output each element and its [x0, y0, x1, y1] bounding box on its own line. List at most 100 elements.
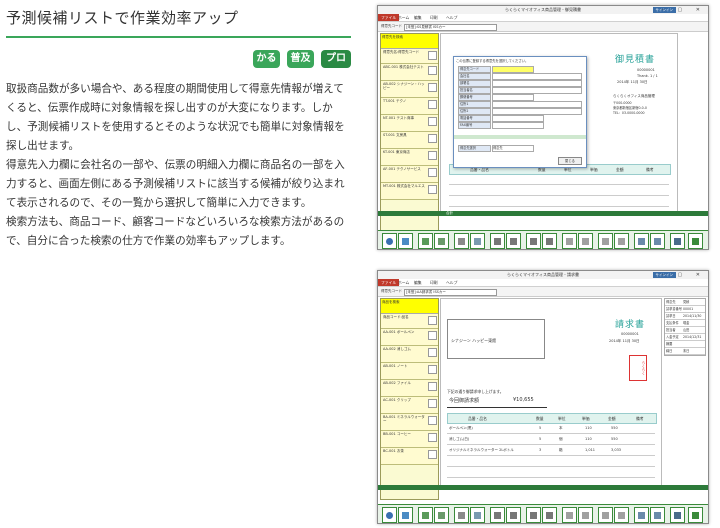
select-arrow-icon[interactable]: [428, 168, 437, 177]
select-arrow-icon[interactable]: [428, 348, 437, 357]
customer-code-input[interactable]: [未登]:SS見積書 ISSカー: [404, 24, 497, 31]
fax-field[interactable]: [492, 122, 544, 129]
sidebar-item[interactable]: KT-001 東京商店: [381, 149, 438, 166]
table-row[interactable]: ボールペン(黒) 5 本 110 550: [447, 423, 655, 434]
department-field[interactable]: [492, 80, 582, 87]
table-row[interactable]: [447, 467, 655, 478]
select-arrow-icon[interactable]: [428, 100, 437, 109]
menu-edit[interactable]: 編集: [414, 14, 422, 21]
sidebar-item[interactable]: BA-001 ミネラルウォーター: [381, 414, 438, 431]
first-page-button[interactable]: [490, 507, 505, 523]
sidebar-item[interactable]: BB-001 コーヒー: [381, 431, 438, 448]
property-row[interactable]: 入金予定 2014/12/31: [665, 334, 705, 341]
close-button[interactable]: 閉じる: [558, 157, 582, 165]
move-up-button[interactable]: [598, 233, 613, 249]
sidebar-item[interactable]: AB-002 シナジーン・ハッピー: [381, 81, 438, 98]
search-button[interactable]: [470, 507, 485, 523]
prev-page-button[interactable]: [506, 507, 521, 523]
select-arrow-icon[interactable]: [428, 151, 437, 160]
sidebar-item[interactable]: ABC-001 株式会社テスト: [381, 64, 438, 81]
search-select[interactable]: 得意先: [492, 145, 534, 152]
contact-name-field[interactable]: [492, 87, 582, 94]
save-button[interactable]: [418, 507, 433, 523]
menu-help[interactable]: ヘルプ: [446, 14, 457, 21]
exit-button[interactable]: [688, 233, 703, 249]
copy-button[interactable]: [434, 507, 449, 523]
table-row[interactable]: オリジナルミネラルウォーター 2Lボトル 3 箱 1,011 3,033: [447, 445, 655, 456]
property-row[interactable]: 担当者 山田: [665, 327, 705, 334]
sidebar-item[interactable]: NT-001 テスト商事: [381, 115, 438, 132]
menu-print[interactable]: 印刷: [430, 279, 438, 286]
print-button[interactable]: [670, 233, 685, 249]
select-arrow-icon[interactable]: [428, 83, 437, 92]
help-button[interactable]: [382, 507, 397, 523]
table-row[interactable]: 消しゴム(白) 5 個 110 550: [447, 434, 655, 445]
menu-home[interactable]: ホーム: [398, 14, 409, 21]
sidebar-item[interactable]: AA-002 消しゴム: [381, 346, 438, 363]
menu-home[interactable]: ホーム: [398, 279, 409, 286]
menu-print[interactable]: 印刷: [430, 14, 438, 21]
customer-code-field[interactable]: [492, 66, 534, 73]
select-arrow-icon[interactable]: [428, 433, 437, 442]
phone-field[interactable]: [492, 115, 544, 122]
company-name-field[interactable]: [492, 73, 582, 80]
select-arrow-icon[interactable]: [428, 117, 437, 126]
sidebar-item[interactable]: 得意先名:得意先コード: [381, 49, 438, 64]
select-arrow-icon[interactable]: [428, 316, 437, 325]
address1-field[interactable]: [492, 101, 582, 108]
prev-page-button[interactable]: [506, 233, 521, 249]
zip-field[interactable]: [492, 94, 534, 101]
select-arrow-icon[interactable]: [428, 382, 437, 391]
table-row[interactable]: [449, 174, 669, 185]
sidebar-item[interactable]: AC-001 クリップ: [381, 397, 438, 414]
copy-button[interactable]: [434, 233, 449, 249]
first-page-button[interactable]: [490, 233, 505, 249]
next-page-button[interactable]: [526, 233, 541, 249]
menu-file[interactable]: ファイル: [378, 14, 400, 21]
property-row[interactable]: 請求日 2014/11/30: [665, 313, 705, 320]
select-arrow-icon[interactable]: [428, 365, 437, 374]
help-button[interactable]: [382, 233, 397, 249]
next-page-button[interactable]: [526, 507, 541, 523]
new-button[interactable]: [398, 507, 413, 523]
table-row[interactable]: [449, 185, 669, 196]
select-arrow-icon[interactable]: [428, 134, 437, 143]
window-controls[interactable]: – ▢ ✕: [661, 6, 706, 14]
delete-row-button[interactable]: [578, 233, 593, 249]
print-setup-button[interactable]: [650, 233, 665, 249]
preview-button[interactable]: [634, 233, 649, 249]
select-arrow-icon[interactable]: [428, 416, 437, 425]
save-button[interactable]: [418, 233, 433, 249]
menu-edit[interactable]: 編集: [414, 279, 422, 286]
property-row[interactable]: 支払条件 現金: [665, 320, 705, 327]
window-controls[interactable]: – ▢ ✕: [661, 271, 706, 279]
property-row[interactable]: 摘要: [665, 341, 705, 348]
sidebar-item[interactable]: ST-001 文房具: [381, 132, 438, 149]
property-row[interactable]: 請求書番号 00001: [665, 306, 705, 313]
new-button[interactable]: [398, 233, 413, 249]
search-button[interactable]: [470, 233, 485, 249]
sidebar-item[interactable]: AB-002 ファイル: [381, 380, 438, 397]
sidebar-item[interactable]: AF-001 テクノサービス: [381, 166, 438, 183]
address2-field[interactable]: [492, 108, 582, 115]
delete-button[interactable]: [454, 507, 469, 523]
select-arrow-icon[interactable]: [428, 399, 437, 408]
sidebar-item[interactable]: AB-001 ノート: [381, 363, 438, 380]
property-row[interactable]: 締日 末日: [665, 348, 705, 355]
last-page-button[interactable]: [542, 507, 557, 523]
select-arrow-icon[interactable]: [428, 51, 437, 60]
sidebar-item[interactable]: AA-001 ボールペン: [381, 329, 438, 346]
sidebar-item[interactable]: MT-001 株式会社マルエス: [381, 183, 438, 200]
delete-button[interactable]: [454, 233, 469, 249]
print-setup-button[interactable]: [650, 507, 665, 523]
table-row[interactable]: [449, 196, 669, 207]
customer-code-input[interactable]: [未登]:AA請求書 ISSカー: [404, 289, 497, 296]
table-row[interactable]: [447, 456, 655, 467]
select-arrow-icon[interactable]: [428, 331, 437, 340]
last-page-button[interactable]: [542, 233, 557, 249]
move-down-button[interactable]: [614, 507, 629, 523]
delete-row-button[interactable]: [578, 507, 593, 523]
move-up-button[interactable]: [598, 507, 613, 523]
sidebar-item[interactable]: BC-001 お茶: [381, 448, 438, 465]
property-row[interactable]: 得意先 見積: [665, 299, 705, 306]
